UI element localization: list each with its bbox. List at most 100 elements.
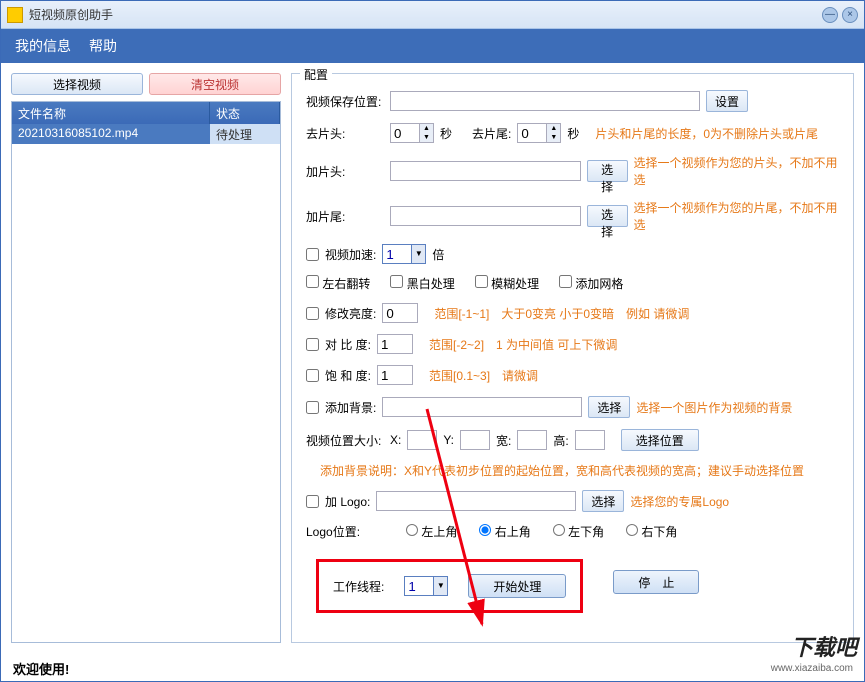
w-label: 宽:: [496, 432, 511, 449]
select-position-button[interactable]: 选择位置: [621, 429, 699, 451]
logo-pos-label: Logo位置:: [306, 523, 384, 540]
add-tail-input[interactable]: [390, 206, 581, 226]
speed-unit: 倍: [432, 246, 444, 263]
brightness-checkbox[interactable]: [306, 307, 319, 320]
column-header-filename: 文件名称: [12, 102, 210, 124]
set-path-button[interactable]: 设置: [706, 90, 748, 112]
minimize-button[interactable]: —: [822, 7, 838, 23]
bg-input[interactable]: [382, 397, 582, 417]
radio-top-left[interactable]: [406, 524, 418, 536]
flip-checkbox[interactable]: [306, 275, 319, 288]
radio-bottom-left[interactable]: [553, 524, 565, 536]
blur-checkbox[interactable]: [475, 275, 488, 288]
close-button[interactable]: ×: [842, 7, 858, 23]
grid-checkbox[interactable]: [559, 275, 572, 288]
logo-input[interactable]: [376, 491, 576, 511]
grid-label: 添加网格: [575, 277, 623, 291]
app-title: 短视频原创助手: [29, 6, 818, 23]
chevron-down-icon[interactable]: ▼: [547, 133, 560, 142]
select-tail-button[interactable]: 选择: [587, 205, 628, 227]
contrast-checkbox[interactable]: [306, 338, 319, 351]
select-head-button[interactable]: 选择: [587, 160, 628, 182]
contrast-hint: 范围[-2~2] 1 为中间值 可上下微调: [429, 336, 617, 353]
h-label: 高:: [553, 432, 568, 449]
save-path-label: 视频保存位置:: [306, 93, 384, 110]
start-process-button[interactable]: 开始处理: [468, 574, 566, 598]
speed-dropdown[interactable]: ▼: [382, 244, 426, 264]
blur-label: 模糊处理: [491, 277, 539, 291]
file-table: 文件名称 状态 20210316085102.mp4 待处理: [11, 101, 281, 643]
menubar: 我的信息 帮助: [1, 29, 864, 63]
trim-head-spinner[interactable]: ▲▼: [390, 123, 434, 143]
bg-label: 添加背景:: [325, 399, 376, 416]
bg-hint: 选择一个图片作为视频的背景: [636, 399, 792, 416]
menu-help[interactable]: 帮助: [89, 36, 117, 56]
add-tail-label: 加片尾:: [306, 208, 384, 225]
column-header-status: 状态: [210, 102, 280, 124]
add-head-hint: 选择一个视频作为您的片头，不加不用选: [634, 154, 840, 188]
pos-br-label: 右下角: [641, 525, 677, 539]
select-logo-button[interactable]: 选择: [582, 490, 624, 512]
pos-tr-label: 右上角: [495, 525, 531, 539]
brightness-label: 修改亮度:: [325, 305, 376, 322]
radio-top-right[interactable]: [479, 524, 491, 536]
chevron-up-icon[interactable]: ▲: [420, 124, 433, 133]
brightness-hint: 范围[-1~1] 大于0变亮 小于0变暗 例如 请微调: [434, 305, 689, 322]
saturation-hint: 范围[0.1~3] 请微调: [429, 367, 538, 384]
speed-label: 视频加速:: [325, 246, 376, 263]
bg-checkbox[interactable]: [306, 401, 319, 414]
select-bg-button[interactable]: 选择: [588, 396, 630, 418]
x-label: X:: [390, 433, 401, 447]
status-bar: 欢迎使用!: [1, 653, 864, 681]
trim-tail-label: 去片尾:: [472, 125, 511, 142]
logo-checkbox[interactable]: [306, 495, 319, 508]
config-title: 配置: [300, 66, 332, 83]
clear-video-button[interactable]: 清空视频: [149, 73, 281, 95]
logo-hint: 选择您的专属Logo: [630, 493, 729, 510]
add-tail-hint: 选择一个视频作为您的片尾，不加不用选: [634, 199, 840, 233]
add-head-label: 加片头:: [306, 163, 384, 180]
chevron-down-icon[interactable]: ▼: [433, 577, 447, 595]
config-panel: 配置 视频保存位置: 设置 去片头: ▲▼ 秒 去片尾: ▲▼ 秒 片头和片尾的…: [291, 73, 854, 643]
y-label: Y:: [443, 433, 454, 447]
chevron-down-icon[interactable]: ▼: [420, 133, 433, 142]
saturation-checkbox[interactable]: [306, 369, 319, 382]
bw-checkbox[interactable]: [390, 275, 403, 288]
saturation-label: 饱 和 度:: [325, 367, 371, 384]
brightness-input[interactable]: [382, 303, 418, 323]
save-path-input[interactable]: [390, 91, 700, 111]
table-row[interactable]: 20210316085102.mp4 待处理: [12, 124, 280, 144]
contrast-label: 对 比 度:: [325, 336, 371, 353]
pos-tl-label: 左上角: [421, 525, 457, 539]
flip-label: 左右翻转: [322, 277, 370, 291]
action-highlight-box: 工作线程: ▼ 开始处理: [316, 559, 583, 613]
threads-dropdown[interactable]: ▼: [404, 576, 448, 596]
file-name-cell: 20210316085102.mp4: [12, 124, 210, 144]
h-input[interactable]: [575, 430, 605, 450]
trim-head-label: 去片头:: [306, 125, 384, 142]
pos-label: 视频位置大小:: [306, 432, 384, 449]
add-head-input[interactable]: [390, 161, 581, 181]
radio-bottom-right[interactable]: [626, 524, 638, 536]
trim-tail-spinner[interactable]: ▲▼: [517, 123, 561, 143]
chevron-up-icon[interactable]: ▲: [547, 124, 560, 133]
seconds-label: 秒: [567, 125, 579, 142]
speed-checkbox[interactable]: [306, 248, 319, 261]
contrast-input[interactable]: [377, 334, 413, 354]
menu-my-info[interactable]: 我的信息: [15, 36, 71, 56]
titlebar: 短视频原创助手 — ×: [1, 1, 864, 29]
y-input[interactable]: [460, 430, 490, 450]
seconds-label: 秒: [440, 125, 452, 142]
app-icon: [7, 7, 23, 23]
w-input[interactable]: [517, 430, 547, 450]
bw-label: 黑白处理: [407, 277, 455, 291]
left-panel: 选择视频 清空视频 文件名称 状态 20210316085102.mp4 待处理: [11, 73, 281, 643]
x-input[interactable]: [407, 430, 437, 450]
saturation-input[interactable]: [377, 365, 413, 385]
select-video-button[interactable]: 选择视频: [11, 73, 143, 95]
chevron-down-icon[interactable]: ▼: [411, 245, 425, 263]
threads-label: 工作线程:: [333, 578, 384, 595]
watermark-text: 下载吧: [791, 630, 857, 662]
stop-button[interactable]: 停 止: [613, 570, 699, 594]
logo-label: 加 Logo:: [325, 493, 370, 510]
